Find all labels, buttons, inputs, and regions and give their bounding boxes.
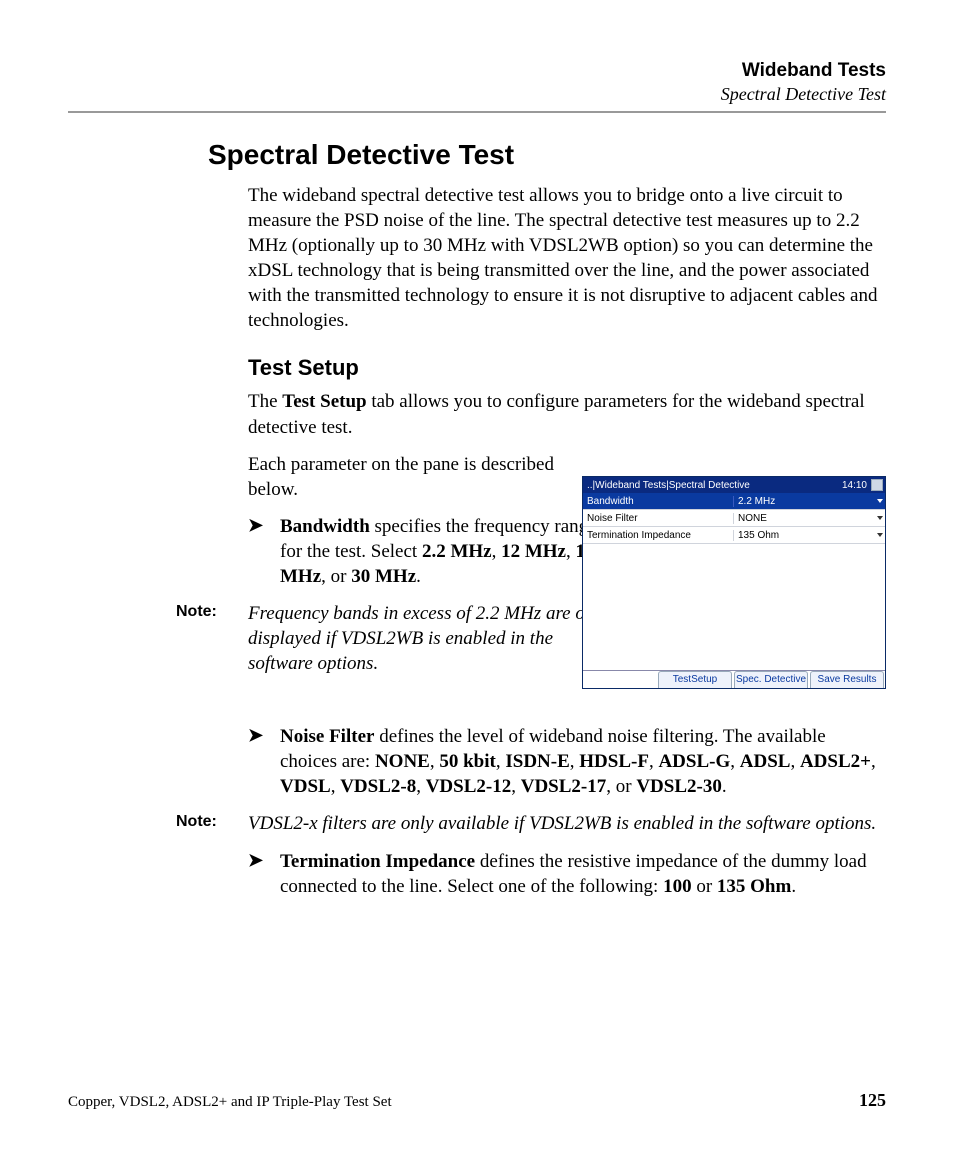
sep: . [416,566,421,587]
bullet-arrow-icon: ➤ [248,514,280,589]
sep: , or [606,776,636,797]
bullet-termination-impedance: ➤ Termination Impedance defines the resi… [248,849,886,899]
val-text: 135 Ohm [738,530,779,541]
dropdown-icon [877,499,883,503]
row-value: 135 Ohm [733,530,885,541]
device-row-termination-impedance[interactable]: Termination Impedance 135 Ohm [583,527,885,544]
opt: 50 kbit [439,751,496,772]
bullet-bandwidth: ➤ Bandwidth specifies the frequency rang… [248,514,618,589]
h1-spectral-detective: Spectral Detective Test [208,139,886,171]
bold-termination-impedance: Termination Impedance [280,851,475,872]
opt: HDSL-F [579,751,649,772]
bullet-arrow-icon: ➤ [248,849,280,899]
device-row-noise-filter[interactable]: Noise Filter NONE [583,510,885,527]
sep: or [692,876,717,897]
device-rows: Bandwidth 2.2 MHz Noise Filter NONE Term… [583,493,885,544]
device-tab-testsetup[interactable]: TestSetup [658,671,732,688]
opt: 30 MHz [351,566,416,587]
sep: , [331,776,341,797]
device-screenshot: ..|Wideband Tests|Spectral Detective 14:… [582,476,886,689]
header-subtitle: Spectral Detective Test [68,84,886,105]
opt: VDSL2-12 [426,776,512,797]
page-number: 125 [859,1090,886,1111]
device-row-bandwidth[interactable]: Bandwidth 2.2 MHz [583,493,885,510]
text: The [248,391,282,412]
opt: 135 Ohm [717,876,791,897]
bullet-arrow-icon: ➤ [248,724,280,799]
bold-bandwidth: Bandwidth [280,516,370,537]
header-rule [68,111,886,113]
opt: ADSL [740,751,791,772]
running-header: Wideband Tests Spectral Detective Test [68,60,886,105]
opt: 100 [663,876,692,897]
note-body: VDSL2-x filters are only available if VD… [248,811,886,836]
row-label: Termination Impedance [583,530,733,541]
bullet-body: Termination Impedance defines the resist… [280,849,886,899]
device-titlebar: ..|Wideband Tests|Spectral Detective 14:… [583,477,885,493]
row-value: NONE [733,513,885,524]
dropdown-icon [877,533,883,537]
opt: 2.2 MHz [422,541,492,562]
sep: , [790,751,800,772]
device-breadcrumb: ..|Wideband Tests|Spectral Detective [587,480,750,491]
sep: , [511,776,521,797]
note-label: Note: [176,811,248,836]
note-label: Note: [176,601,248,676]
sep: , [566,541,576,562]
opt: ADSL2+ [800,751,871,772]
sep: . [722,776,727,797]
sep: , [492,541,502,562]
val-text: NONE [738,513,767,524]
bold-test-setup: Test Setup [282,391,366,412]
page: Wideband Tests Spectral Detective Test S… [0,0,954,1159]
device-tab-blank [584,671,656,688]
device-tab-save-results[interactable]: Save Results [810,671,884,688]
sep: , [871,751,876,772]
sep: , [496,751,506,772]
note-frequency-bands: Note: Frequency bands in excess of 2.2 M… [176,601,616,676]
note-body: Frequency bands in excess of 2.2 MHz are… [248,601,616,676]
sep: . [791,876,796,897]
dropdown-icon [877,516,883,520]
opt: VDSL2-30 [636,776,722,797]
row-value: 2.2 MHz [733,496,885,507]
bullet-body: Bandwidth specifies the frequency range … [280,514,618,589]
sep: , [416,776,426,797]
device-tab-spec-detective[interactable]: Spec. Detective [734,671,808,688]
row-label: Bandwidth [583,496,733,507]
opt: 12 MHz [501,541,566,562]
bold-noise-filter: Noise Filter [280,726,374,747]
opt: VDSL2-8 [340,776,416,797]
h2-test-setup: Test Setup [248,355,886,381]
bullet-body: Noise Filter defines the level of wideba… [280,724,886,799]
setup-each: Each parameter on the pane is described … [248,452,578,502]
footer-left: Copper, VDSL2, ADSL2+ and IP Triple-Play… [68,1094,392,1111]
header-title: Wideband Tests [68,60,886,82]
opt: VDSL2-17 [521,776,607,797]
note-vdsl2x: Note: VDSL2-x filters are only available… [176,811,886,836]
footer: Copper, VDSL2, ADSL2+ and IP Triple-Play… [68,1090,886,1111]
opt: VDSL [280,776,331,797]
intro-paragraph: The wideband spectral detective test all… [248,183,886,333]
opt: ISDN-E [505,751,569,772]
opt: ADSL-G [658,751,730,772]
sep: , [430,751,440,772]
device-title-right: 14:10 [842,479,883,491]
bullet-noise-filter: ➤ Noise Filter defines the level of wide… [248,724,886,799]
sep: , or [321,566,351,587]
opt: NONE [375,751,430,772]
val-text: 2.2 MHz [738,496,775,507]
device-tabs: TestSetup Spec. Detective Save Results [583,670,885,688]
sep: , [570,751,580,772]
sep: , [730,751,740,772]
row-label: Noise Filter [583,513,733,524]
device-status-icon [871,479,883,491]
device-time: 14:10 [842,480,867,491]
setup-intro: The Test Setup tab allows you to configu… [248,389,886,439]
